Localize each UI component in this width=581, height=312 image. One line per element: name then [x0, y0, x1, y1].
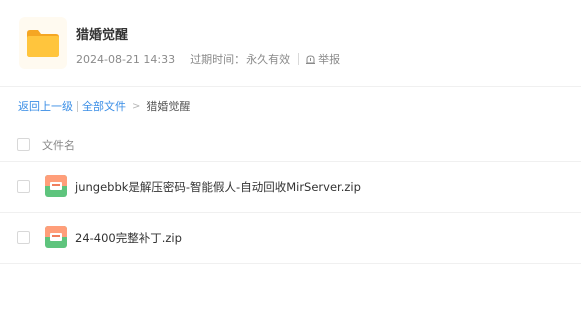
expire-value: 永久有效	[246, 53, 291, 66]
share-date: 2024-08-21 14:33	[76, 52, 176, 66]
report-icon	[306, 54, 316, 64]
row-checkbox[interactable]	[17, 180, 30, 193]
select-all-checkbox[interactable]	[17, 138, 30, 151]
file-name[interactable]: 24-400完整补丁.zip	[75, 230, 182, 246]
breadcrumb-current: 猎婚觉醒	[146, 100, 191, 113]
expire-label: 过期时间：	[190, 53, 246, 66]
file-name[interactable]: jungebbk是解压密码-智能假人-自动回收MirServer.zip	[75, 179, 361, 195]
breadcrumb: 返回上一级 全部文件 > 猎婚觉醒	[18, 98, 190, 114]
report-label: 举报	[318, 53, 341, 66]
breadcrumb-arrow-icon: >	[132, 100, 141, 112]
table-row[interactable]: 24-400完整补丁.zip	[0, 213, 581, 264]
share-header: 猎婚觉醒 2024-08-21 14:33 过期时间： 永久有效 举报	[0, 0, 581, 87]
back-link[interactable]: 返回上一级	[18, 98, 73, 114]
all-files-link[interactable]: 全部文件	[82, 98, 126, 114]
zip-icon	[45, 175, 67, 197]
row-checkbox[interactable]	[17, 231, 30, 244]
share-meta: 2024-08-21 14:33 过期时间： 永久有效 举报	[76, 51, 340, 67]
share-page: 猎婚觉醒 2024-08-21 14:33 过期时间： 永久有效 举报 返回上一…	[0, 0, 581, 312]
column-header-filename: 文件名	[42, 139, 75, 152]
share-title: 猎婚觉醒	[76, 28, 129, 43]
table-row[interactable]: jungebbk是解压密码-智能假人-自动回收MirServer.zip	[0, 162, 581, 213]
report-button[interactable]: 举报	[305, 51, 340, 67]
breadcrumb-divider	[77, 100, 78, 112]
zip-icon	[45, 226, 67, 248]
meta-divider	[298, 53, 300, 65]
file-table-header: 文件名	[0, 128, 581, 162]
folder-icon	[19, 17, 67, 69]
